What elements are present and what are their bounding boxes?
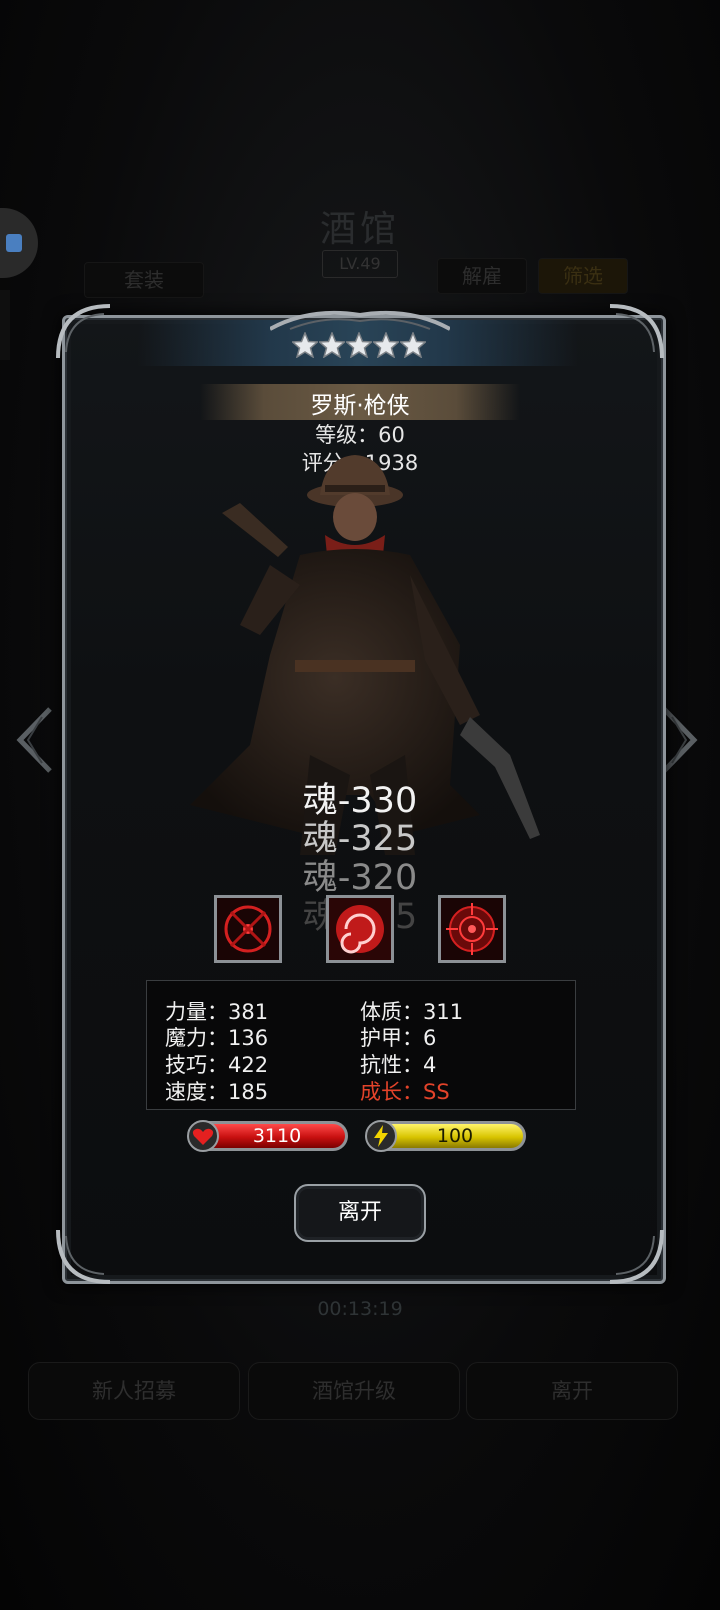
frame-corner-ornament: [56, 1229, 111, 1284]
outfit-button: 套装: [84, 262, 204, 298]
frame-corner-ornament: [56, 304, 111, 359]
side-bar: [0, 290, 10, 360]
crosshair-skill-icon: [217, 898, 279, 960]
star-icon: [346, 332, 372, 358]
dismiss-button: 解雇: [437, 258, 527, 294]
skill-slot-1[interactable]: [214, 895, 282, 963]
stat-speed: 速度：185: [165, 1080, 269, 1104]
tavern-level: LV.49: [322, 250, 398, 278]
star-icon: [319, 332, 345, 358]
prev-arrow-icon[interactable]: [14, 705, 54, 775]
stat-growth: 成长：SS: [360, 1080, 450, 1104]
star-icon: [292, 332, 318, 358]
stat-armor: 护甲：6: [360, 1026, 437, 1050]
next-arrow-icon[interactable]: [660, 705, 700, 775]
star-icon: [400, 332, 426, 358]
skill-slot-2[interactable]: [326, 895, 394, 963]
stat-skill: 技巧：422: [165, 1053, 269, 1077]
upgrade-tavern-button: 酒馆升级: [248, 1362, 460, 1420]
skill-slot-3[interactable]: [438, 895, 506, 963]
stat-resistance: 抗性：4: [360, 1053, 437, 1077]
energy-bar: 100: [365, 1120, 526, 1152]
filter-button: 筛选: [538, 258, 628, 294]
leave-button[interactable]: 离开: [294, 1184, 426, 1242]
swirl-skill-icon: [329, 898, 391, 960]
target-skill-icon: [441, 898, 503, 960]
hero-name: 罗斯·枪侠: [310, 393, 410, 419]
hp-value: 3110: [252, 1125, 302, 1147]
recruit-button: 新人招募: [28, 1362, 240, 1420]
rarity-stars: [292, 332, 428, 366]
chat-icon: [6, 234, 22, 252]
recruit-timer: 00:13:19: [317, 1298, 403, 1320]
energy-value: 100: [436, 1125, 474, 1147]
frame-corner-ornament: [609, 304, 664, 359]
star-icon: [373, 332, 399, 358]
hp-bar: 3110: [187, 1120, 348, 1152]
leave-tavern-button: 离开: [466, 1362, 678, 1420]
hero-level: 等级：60: [315, 423, 405, 447]
stat-magic: 魔力：136: [165, 1026, 269, 1050]
crest-ornament: [270, 310, 450, 331]
tavern-title: 酒馆: [319, 209, 400, 250]
frame-corner-ornament: [609, 1229, 664, 1284]
